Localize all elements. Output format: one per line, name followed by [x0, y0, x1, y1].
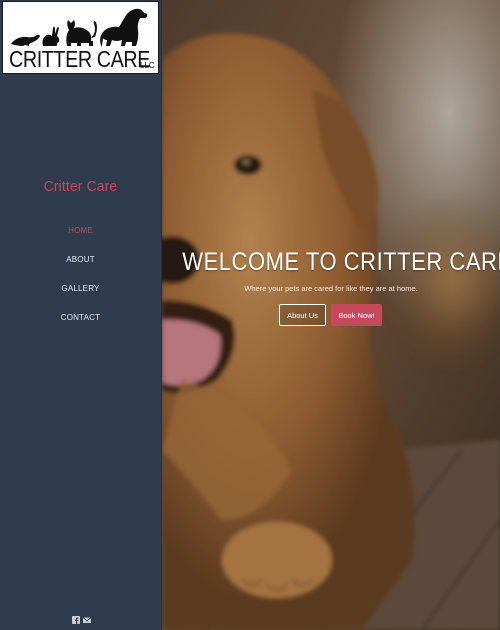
main-nav: HOME ABOUT GALLERY CONTACT — [0, 226, 161, 342]
logo-text: CRITTER CARE — [9, 46, 150, 72]
logo-suffix: LLC — [140, 61, 155, 70]
book-now-button[interactable]: Book Now! — [331, 304, 382, 326]
nav-item-gallery[interactable]: GALLERY — [0, 284, 161, 294]
sidebar: CRITTER CARE LLC Critter Care HOME ABOUT… — [0, 0, 162, 630]
social-links — [72, 611, 92, 624]
nav-item-home[interactable]: HOME — [0, 226, 161, 236]
facebook-icon[interactable] — [72, 611, 80, 624]
hero-subtitle: Where your pets are cared for like they … — [244, 284, 418, 293]
nav-item-about[interactable]: ABOUT — [0, 255, 161, 265]
hero-section: WELCOME TO CRITTER CARE Where your pets … — [162, 0, 500, 630]
nav-item-contact[interactable]: CONTACT — [0, 313, 161, 323]
hero-title: WELCOME TO CRITTER CARE — [182, 248, 500, 276]
email-icon[interactable] — [82, 611, 92, 623]
about-us-button[interactable]: About Us — [279, 304, 326, 326]
logo[interactable]: CRITTER CARE LLC — [2, 1, 159, 74]
brand-title: Critter Care — [43, 178, 118, 195]
pets-silhouette-icon — [11, 8, 148, 47]
